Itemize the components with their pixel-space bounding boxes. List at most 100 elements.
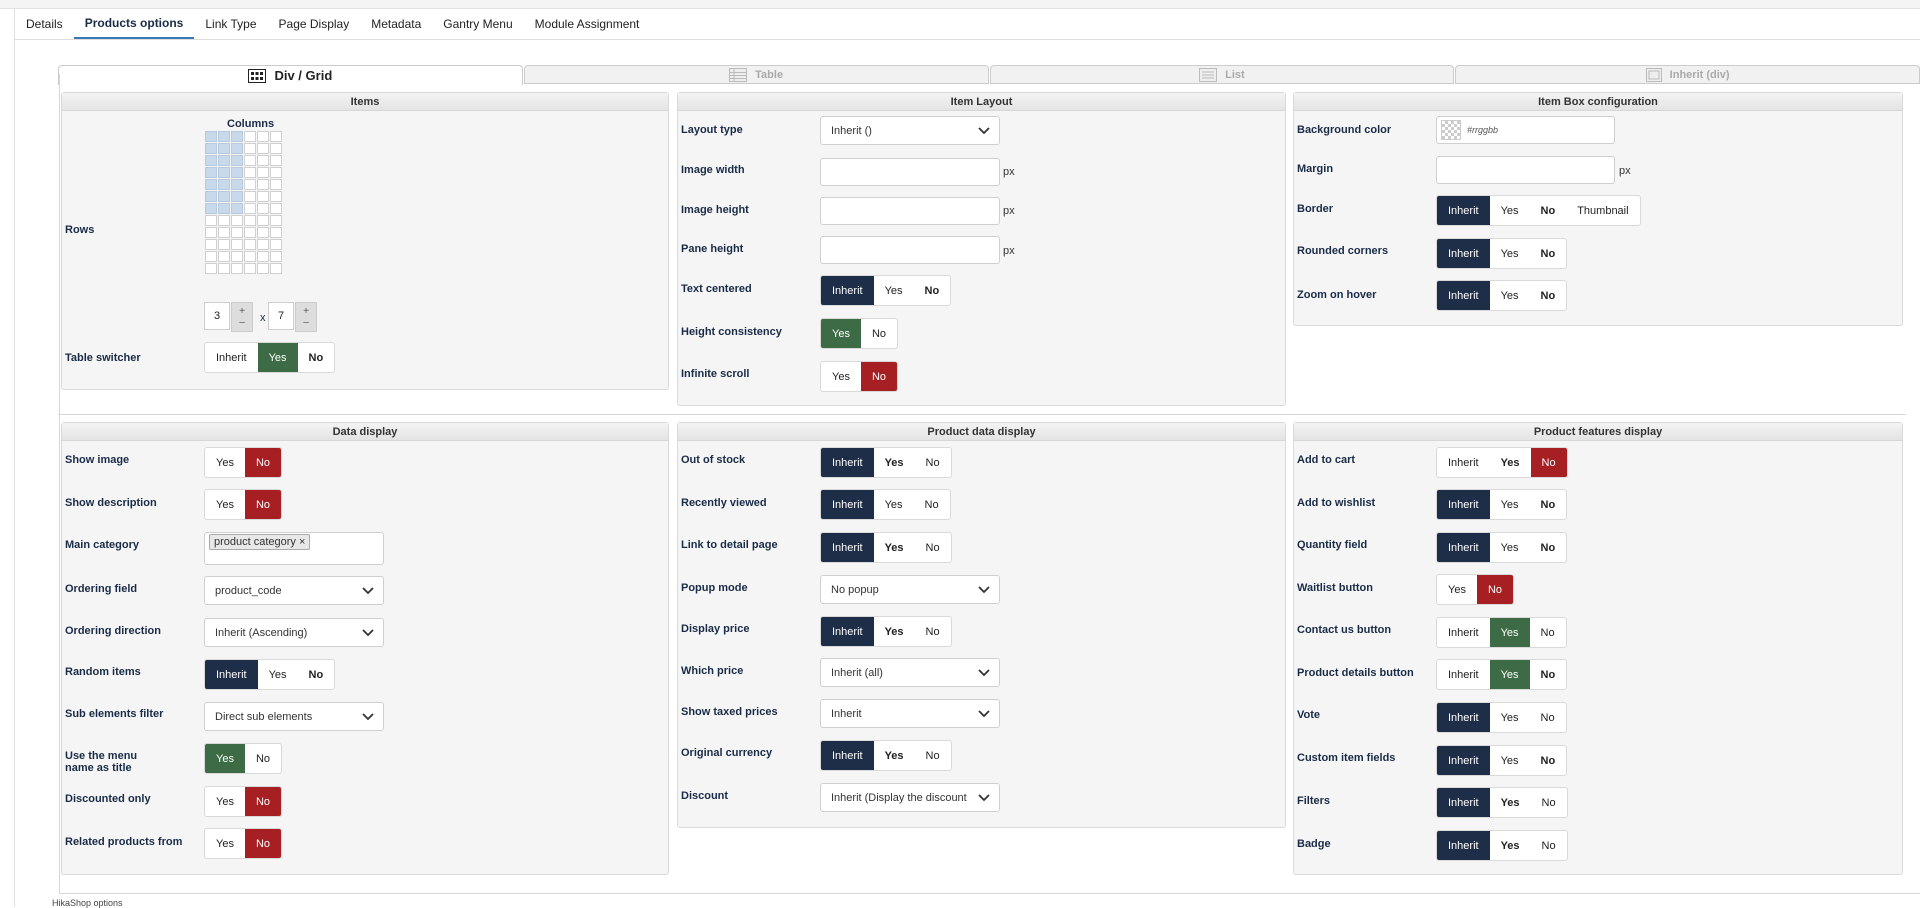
grid-cell[interactable] — [205, 143, 217, 154]
grid-cell[interactable] — [244, 143, 256, 154]
inherit-option[interactable]: Inherit — [1437, 448, 1490, 477]
grid-cell[interactable] — [231, 203, 243, 214]
grid-cell[interactable] — [218, 227, 230, 238]
grid-cell[interactable] — [257, 215, 269, 226]
inherit-option[interactable]: Inherit — [1437, 239, 1490, 268]
tab-gantry-menu[interactable]: Gantry Menu — [432, 9, 523, 39]
grid-cell[interactable] — [257, 167, 269, 178]
table-switcher-toggle[interactable]: Inherit Yes No — [204, 342, 336, 373]
no-option[interactable]: No — [1531, 831, 1567, 860]
grid-cell[interactable] — [218, 167, 230, 178]
grid-cell[interactable] — [270, 251, 282, 262]
inherit-option[interactable]: Inherit — [1437, 746, 1490, 775]
grid-cell[interactable] — [244, 239, 256, 250]
waitlist-button-toggle[interactable]: Yes No — [1436, 574, 1515, 605]
cols-count-input[interactable]: 7 — [268, 302, 294, 330]
inherit-option[interactable]: Inherit — [821, 490, 874, 519]
grid-cell[interactable] — [244, 155, 256, 166]
random-items-toggle[interactable]: Inherit Yes No — [204, 659, 336, 690]
no-option[interactable]: No — [244, 787, 282, 816]
out-of-stock-toggle[interactable]: Inherit Yes No — [820, 447, 952, 478]
grid-cell[interactable] — [257, 239, 269, 250]
yes-option[interactable]: Yes — [205, 744, 245, 773]
grid-cell[interactable] — [218, 143, 230, 154]
add-to-cart-toggle[interactable]: Inherit Yes No — [1436, 447, 1568, 478]
inherit-option[interactable]: Inherit — [205, 660, 258, 689]
inherit-option[interactable]: Inherit — [1437, 281, 1490, 310]
inherit-option[interactable]: Inherit — [1437, 490, 1490, 519]
grid-cell[interactable] — [218, 239, 230, 250]
inherit-option[interactable]: Inherit — [1437, 703, 1490, 732]
no-option[interactable]: No — [1530, 490, 1567, 519]
no-option[interactable]: No — [244, 448, 282, 477]
no-option[interactable]: No — [915, 741, 951, 770]
yes-option[interactable]: Yes — [1490, 703, 1530, 732]
grid-cell[interactable] — [218, 191, 230, 202]
grid-cell[interactable] — [231, 215, 243, 226]
vote-toggle[interactable]: Inherit Yes No — [1436, 702, 1567, 733]
tab-products-options[interactable]: Products options — [73, 9, 195, 39]
recently-viewed-toggle[interactable]: Inherit Yes No — [820, 489, 951, 520]
yes-option[interactable]: Yes — [1490, 196, 1530, 225]
yes-option[interactable]: Yes — [205, 829, 245, 858]
no-option[interactable]: No — [915, 448, 951, 477]
yes-option[interactable]: Yes — [1490, 239, 1530, 268]
grid-cell[interactable] — [257, 179, 269, 190]
grid-cell[interactable] — [257, 263, 269, 274]
yes-option[interactable]: Yes — [874, 276, 914, 305]
yes-option[interactable]: Yes — [257, 343, 298, 372]
cols-stepper[interactable]: + – — [295, 302, 317, 332]
no-option[interactable]: No — [1531, 788, 1567, 817]
grid-cell[interactable] — [205, 191, 217, 202]
inherit-option[interactable]: Inherit — [1437, 533, 1490, 562]
no-option[interactable]: No — [1530, 281, 1567, 310]
rows-count-input[interactable]: 3 — [204, 302, 230, 330]
grid-cell[interactable] — [244, 167, 256, 178]
grid-cell[interactable] — [205, 203, 217, 214]
grid-cell[interactable] — [218, 155, 230, 166]
yes-option[interactable]: Yes — [1490, 490, 1530, 519]
no-option[interactable]: No — [1530, 239, 1567, 268]
grid-cell[interactable] — [270, 191, 282, 202]
pane-height-input[interactable] — [820, 236, 1000, 264]
grid-cell[interactable] — [270, 143, 282, 154]
yes-option[interactable]: Yes — [821, 362, 861, 391]
grid-cell[interactable] — [231, 263, 243, 274]
yes-option[interactable]: Yes — [874, 448, 915, 477]
grid-cell[interactable] — [205, 167, 217, 178]
grid-cell[interactable] — [270, 239, 282, 250]
yes-option[interactable]: Yes — [1490, 788, 1531, 817]
grid-cell[interactable] — [257, 191, 269, 202]
grid-cell[interactable] — [257, 227, 269, 238]
grid-cell[interactable] — [205, 251, 217, 262]
yes-option[interactable]: Yes — [205, 490, 245, 519]
yes-option[interactable]: Yes — [874, 741, 915, 770]
grid-cell[interactable] — [231, 179, 243, 190]
grid-cell[interactable] — [257, 251, 269, 262]
display-price-toggle[interactable]: Inherit Yes No — [820, 616, 952, 647]
no-option[interactable]: No — [861, 319, 897, 348]
yes-option[interactable]: Yes — [1490, 281, 1530, 310]
yes-option[interactable]: Yes — [874, 617, 915, 646]
yes-option[interactable]: Yes — [1490, 831, 1531, 860]
quantity-field-toggle[interactable]: Inherit Yes No — [1436, 532, 1568, 563]
grid-cell[interactable] — [231, 155, 243, 166]
grid-cell[interactable] — [244, 131, 256, 142]
no-option[interactable]: No — [298, 660, 335, 689]
inherit-option[interactable]: Inherit — [821, 533, 874, 562]
grid-cell[interactable] — [205, 179, 217, 190]
show-description-toggle[interactable]: Yes No — [204, 489, 283, 520]
no-option[interactable]: No — [860, 362, 898, 391]
no-option[interactable]: No — [914, 490, 950, 519]
grid-cell[interactable] — [244, 227, 256, 238]
ordering-field-select[interactable]: product_code — [204, 576, 384, 605]
no-option[interactable]: No — [1530, 660, 1567, 689]
thumbnail-option[interactable]: Thumbnail — [1566, 196, 1639, 225]
inherit-option[interactable]: Inherit — [1437, 618, 1490, 647]
no-option[interactable]: No — [915, 533, 951, 562]
grid-cell[interactable] — [205, 239, 217, 250]
grid-cell[interactable] — [244, 215, 256, 226]
yes-option[interactable]: Yes — [1490, 448, 1531, 477]
no-option[interactable]: No — [244, 829, 282, 858]
no-option[interactable]: No — [1530, 448, 1567, 477]
